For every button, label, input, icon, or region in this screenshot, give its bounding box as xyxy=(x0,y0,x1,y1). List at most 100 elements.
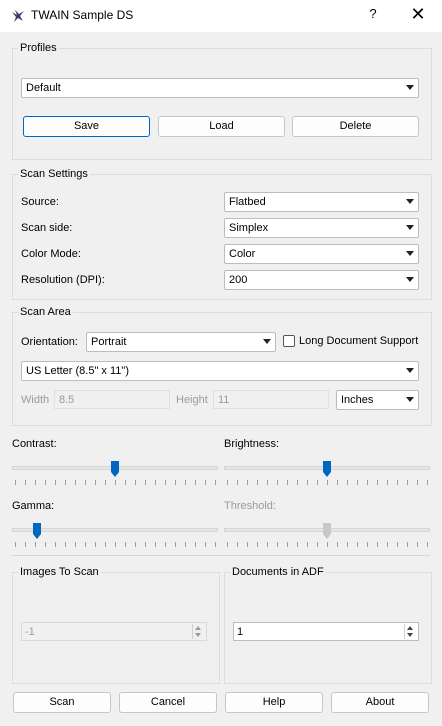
chevron-down-icon xyxy=(406,225,414,230)
slider-tick xyxy=(185,480,186,485)
slider-tick xyxy=(427,480,428,485)
source-select[interactable]: Flatbed xyxy=(224,192,419,212)
slider-tick xyxy=(317,542,318,547)
scan-side-select[interactable]: Simplex xyxy=(224,218,419,238)
slider-tick xyxy=(287,542,288,547)
slider-tick xyxy=(125,542,126,547)
slider-tick xyxy=(407,480,408,485)
resolution-value: 200 xyxy=(229,274,248,286)
width-field[interactable]: 8.5 xyxy=(54,390,170,409)
orientation-select[interactable]: Portrait xyxy=(86,332,276,352)
slider-tick xyxy=(287,480,288,485)
slider-tick xyxy=(205,480,206,485)
slider-thumb[interactable] xyxy=(32,522,42,540)
profile-select[interactable]: Default xyxy=(21,78,419,98)
slider-tick xyxy=(215,542,216,547)
slider-tick xyxy=(407,542,408,547)
width-label: Width xyxy=(21,394,50,406)
slider-tick xyxy=(237,542,238,547)
slider-tick xyxy=(115,542,116,547)
images-to-scan-label: Images To Scan xyxy=(18,566,101,578)
slider-tick xyxy=(195,480,196,485)
slider-tick xyxy=(75,542,76,547)
slider-tick xyxy=(165,542,166,547)
slider-tick xyxy=(307,542,308,547)
slider-tick xyxy=(417,542,418,547)
close-icon[interactable]: ✕ xyxy=(408,4,428,25)
help-button[interactable]: Help xyxy=(225,692,323,713)
delete-button[interactable]: Delete xyxy=(292,116,419,137)
load-button[interactable]: Load xyxy=(158,116,285,137)
slider-tick xyxy=(25,480,26,485)
slider-tick xyxy=(35,480,36,485)
slider-thumb[interactable] xyxy=(110,460,120,478)
slider-tick xyxy=(175,480,176,485)
slider-tick xyxy=(135,480,136,485)
slider-thumb[interactable] xyxy=(322,460,332,478)
slider-tick xyxy=(55,480,56,485)
units-value: Inches xyxy=(341,394,374,406)
slider-tick xyxy=(125,480,126,485)
slider-tick xyxy=(337,542,338,547)
spinner-arrows-icon[interactable] xyxy=(192,624,204,639)
long-document-checkbox[interactable] xyxy=(283,335,295,347)
documents-in-adf-spinner[interactable]: 1 xyxy=(233,622,419,641)
chevron-down-icon xyxy=(263,339,271,344)
chevron-down-icon xyxy=(406,199,414,204)
height-field[interactable]: 11 xyxy=(213,390,329,409)
resolution-select[interactable]: 200 xyxy=(224,270,419,290)
slider-tick xyxy=(195,542,196,547)
title-bar: TWAIN Sample DS ? ✕ xyxy=(0,0,442,32)
color-mode-select[interactable]: Color xyxy=(224,244,419,264)
scan-button[interactable]: Scan xyxy=(13,692,111,713)
slider-tick xyxy=(35,542,36,547)
height-label: Height xyxy=(176,394,208,406)
slider-tick xyxy=(25,542,26,547)
chevron-down-icon xyxy=(406,277,414,282)
profile-select-value: Default xyxy=(26,82,61,94)
slider-tick xyxy=(65,480,66,485)
chevron-down-icon xyxy=(406,85,414,90)
slider-tick xyxy=(297,480,298,485)
about-button[interactable]: About xyxy=(331,692,429,713)
slider-tick xyxy=(105,480,106,485)
slider-track[interactable] xyxy=(12,528,218,532)
threshold-slider[interactable] xyxy=(224,520,430,552)
paper-size-select[interactable]: US Letter (8.5" x 11") xyxy=(21,361,419,381)
slider-tick xyxy=(337,480,338,485)
slider-tick xyxy=(417,480,418,485)
slider-tick xyxy=(55,542,56,547)
slider-tick xyxy=(155,542,156,547)
slider-tick xyxy=(105,542,106,547)
long-document-label: Long Document Support xyxy=(299,335,419,347)
brightness-slider[interactable] xyxy=(224,458,430,490)
images-to-scan-spinner[interactable]: -1 xyxy=(21,622,207,641)
spinner-arrows-icon[interactable] xyxy=(404,624,416,639)
source-label: Source: xyxy=(21,196,59,208)
paper-size-value: US Letter (8.5" x 11") xyxy=(26,365,129,377)
slider-tick xyxy=(45,480,46,485)
slider-thumb[interactable] xyxy=(322,522,332,540)
height-value: 11 xyxy=(218,394,230,406)
save-button[interactable]: Save xyxy=(23,116,150,137)
scan-settings-group-label: Scan Settings xyxy=(18,168,90,180)
slider-tick xyxy=(377,480,378,485)
cancel-button[interactable]: Cancel xyxy=(119,692,217,713)
contrast-label: Contrast: xyxy=(12,438,57,450)
slider-tick xyxy=(115,480,116,485)
orientation-value: Portrait xyxy=(91,336,127,348)
help-title-button[interactable]: ? xyxy=(366,6,380,21)
slider-tick xyxy=(95,542,96,547)
slider-tick xyxy=(357,480,358,485)
slider-divider xyxy=(12,555,430,556)
contrast-slider[interactable] xyxy=(12,458,218,490)
units-select[interactable]: Inches xyxy=(336,390,419,410)
gamma-slider[interactable] xyxy=(12,520,218,552)
slider-tick xyxy=(205,542,206,547)
slider-tick xyxy=(215,480,216,485)
slider-ticks xyxy=(12,480,218,486)
slider-tick xyxy=(347,480,348,485)
slider-ticks xyxy=(12,542,218,548)
slider-tick xyxy=(327,542,328,547)
slider-tick xyxy=(185,542,186,547)
